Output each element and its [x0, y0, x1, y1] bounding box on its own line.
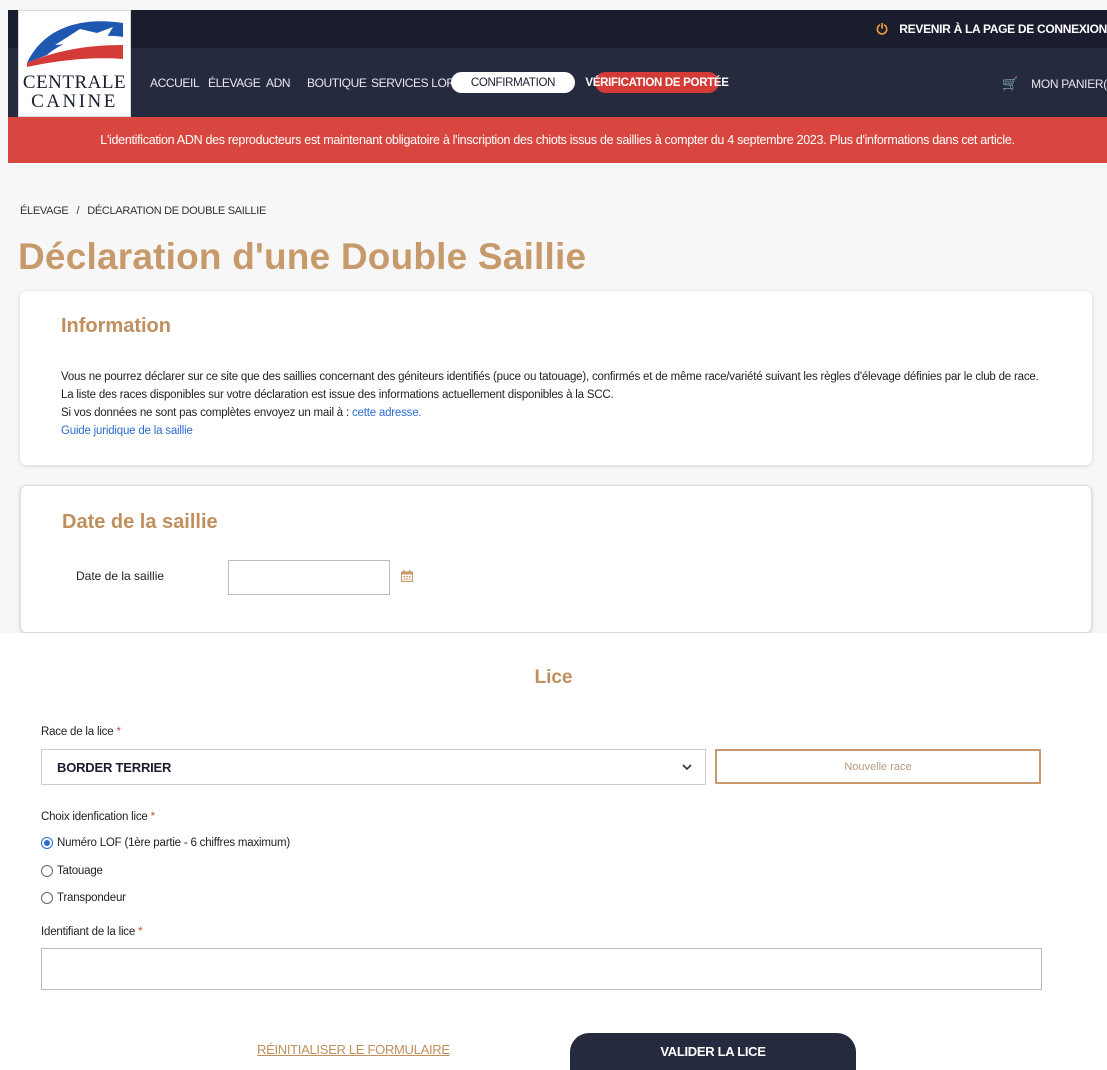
radio-button-selected[interactable] — [41, 837, 53, 849]
reconnect-link[interactable]: ⏻ REVENIR À LA PAGE DE CONNEXION — [877, 10, 1107, 48]
lice-section — [0, 633, 1107, 1070]
breadcrumb-current: DÉCLARATION DE DOUBLE SAILLIE — [87, 205, 266, 217]
reconnect-label: REVENIR À LA PAGE DE CONNEXION — [899, 22, 1107, 36]
info-line-2: La liste des races disponibles sur votre… — [61, 389, 614, 401]
alert-text: L'identification ADN des reproducteurs e… — [100, 133, 1015, 147]
info-line-1: Vous ne pourrez déclarer sur ce site que… — [61, 371, 1039, 383]
dna-alert-banner[interactable]: L'identification ADN des reproducteurs e… — [8, 117, 1107, 163]
radio-label-lof: Numéro LOF (1ère partie - 6 chiffres max… — [57, 837, 290, 849]
information-text: Vous ne pourrez déclarer sur ce site que… — [61, 368, 1039, 440]
lice-title: Lice — [534, 667, 573, 688]
radio-option-lof[interactable]: Numéro LOF (1ère partie - 6 chiffres max… — [41, 837, 290, 849]
radio-label-tatouage: Tatouage — [57, 865, 103, 877]
page-title: Déclaration d'une Double Saillie — [18, 236, 587, 277]
centrale-canine-logo[interactable]: CENTRALE CANINE — [18, 10, 131, 117]
radio-option-tatouage[interactable]: Tatouage — [41, 865, 103, 877]
date-input[interactable] — [228, 560, 390, 595]
required-mark: * — [150, 811, 155, 823]
new-race-button[interactable]: Nouvelle race — [715, 749, 1041, 784]
radio-button[interactable] — [41, 865, 53, 877]
nav-accueil[interactable]: ACCUEIL — [150, 76, 200, 90]
radio-option-transpondeur[interactable]: Transpondeur — [41, 892, 126, 904]
identifier-label: Identifiant de la lice * — [41, 926, 143, 938]
identifier-input[interactable] — [41, 948, 1042, 990]
date-label: Date de la saillie — [76, 569, 165, 583]
reset-form-link[interactable]: RÉINITIALISER LE FORMULAIRE — [257, 1042, 450, 1057]
cart-icon: 🛒 — [1002, 76, 1019, 91]
nav-boutique[interactable]: BOUTIQUE — [307, 76, 367, 90]
nav-verification-portee-button[interactable]: VÉRIFICATION DE PORTÉE — [585, 72, 729, 93]
radio-label-transpondeur: Transpondeur — [57, 892, 126, 904]
chevron-down-icon — [682, 764, 692, 771]
id-choice-label: Choix idenfication lice * — [41, 811, 155, 823]
breadcrumb-separator: / — [76, 205, 80, 217]
logo-emblem-icon — [25, 15, 125, 67]
required-mark: * — [116, 726, 121, 738]
nav-adn[interactable]: ADN — [266, 76, 291, 90]
info-line-3-prefix: Si vos données ne sont pas complètes env… — [61, 407, 349, 419]
information-title: Information — [61, 315, 171, 337]
radio-button[interactable] — [41, 892, 53, 904]
nav-confirmation-button[interactable]: CONFIRMATION — [451, 72, 575, 93]
race-select-value: BORDER TERRIER — [57, 759, 172, 775]
required-mark: * — [138, 926, 143, 938]
calendar-icon[interactable] — [401, 570, 413, 582]
race-select[interactable]: BORDER TERRIER — [41, 749, 706, 785]
date-card: Date de la saillie Date de la saillie — [20, 485, 1092, 633]
power-icon: ⏻ — [876, 20, 888, 37]
nav-elevage[interactable]: ÉLEVAGE — [208, 76, 261, 90]
logo-line-2: CANINE — [31, 91, 118, 112]
email-address-link[interactable]: cette adresse. — [352, 407, 422, 419]
race-label-text: Race de la lice — [41, 726, 114, 738]
validate-lice-button[interactable]: VALIDER LA LICE — [570, 1033, 856, 1070]
info-line-3: Si vos données ne sont pas complètes env… — [61, 404, 1039, 422]
date-section-title: Date de la saillie — [62, 511, 218, 533]
breadcrumb: ÉLEVAGE / DÉCLARATION DE DOUBLE SAILLIE — [20, 205, 266, 217]
race-label: Race de la lice * — [41, 726, 121, 738]
identifier-label-text: Identifiant de la lice — [41, 926, 136, 938]
cart-link[interactable]: 🛒 MON PANIER( — [1002, 76, 1107, 92]
breadcrumb-parent[interactable]: ÉLEVAGE — [20, 205, 69, 217]
nav-services-lof[interactable]: SERVICES LOF — [371, 76, 454, 90]
cart-label: MON PANIER( — [1031, 77, 1107, 91]
id-choice-label-text: Choix idenfication lice — [41, 811, 148, 823]
information-card: Information Vous ne pourrez déclarer sur… — [20, 291, 1092, 465]
legal-guide-link[interactable]: Guide juridique de la saillie — [61, 422, 1039, 440]
